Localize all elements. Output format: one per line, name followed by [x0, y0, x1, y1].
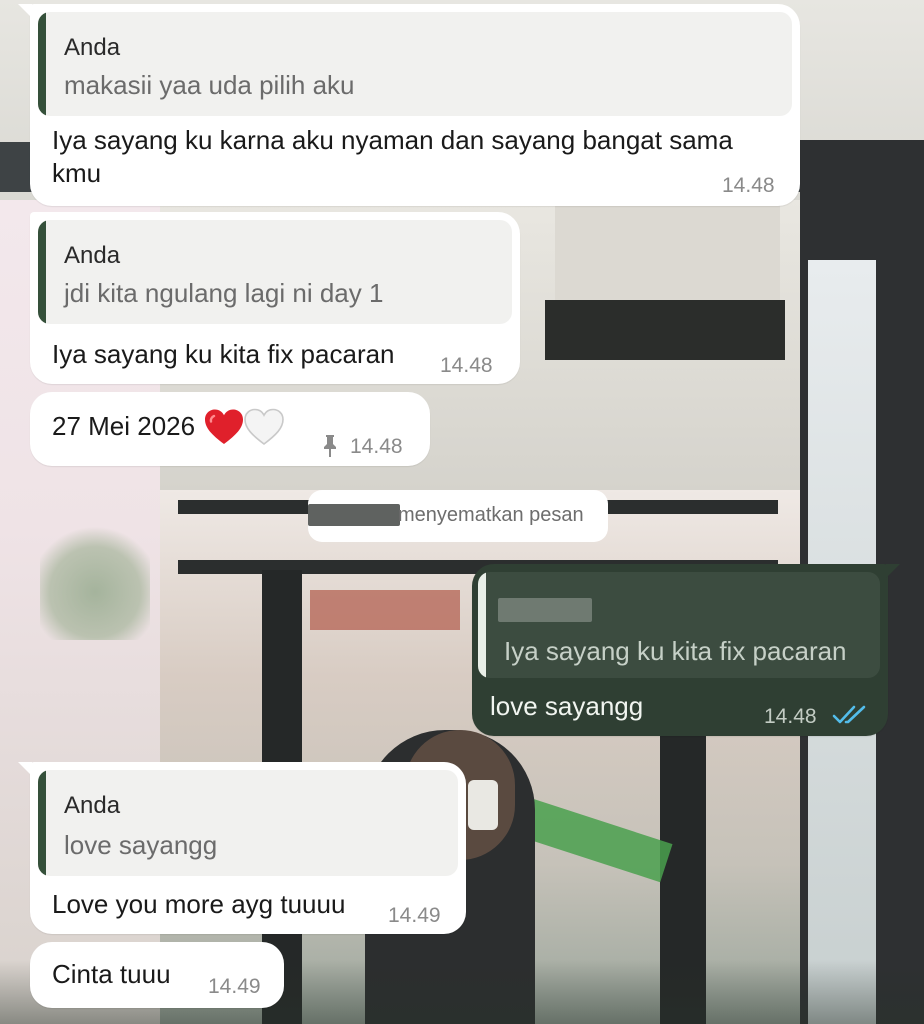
double-check-icon	[832, 705, 866, 724]
message-text: Iya sayang ku karna aku nyaman dan sayan…	[52, 125, 733, 188]
message-text: 27 Mei 2026	[52, 411, 196, 441]
reply-quote[interactable]: Anda love sayangg	[38, 770, 458, 876]
redacted-reply-author	[498, 598, 592, 622]
red-heart-emoji	[205, 409, 243, 444]
message-time: 14.49	[388, 904, 441, 927]
white-heart-emoji	[244, 408, 284, 446]
message-bubble-incoming[interactable]: Anda makasii yaa uda pilih aku Iya sayan…	[18, 4, 800, 206]
message-text: Cinta tuuu	[52, 959, 171, 989]
reply-text: makasii yaa uda pilih aku	[64, 70, 355, 100]
reply-text: love sayangg	[64, 830, 218, 860]
message-time: 14.49	[208, 975, 261, 998]
reply-quote[interactable]: Anda jdi kita ngulang lagi ni day 1	[38, 220, 512, 324]
redacted-name	[308, 504, 400, 526]
message-bubble-incoming[interactable]: 27 Mei 2026 14.48	[30, 392, 430, 466]
message-text: Love you more ayg tuuuu	[52, 889, 346, 919]
message-time: 14.48	[722, 174, 775, 197]
message-text: love sayangg	[490, 691, 644, 721]
reply-author: Anda	[64, 34, 121, 61]
message-bubble-outgoing[interactable]: Iya sayang ku kita fix pacaran love saya…	[472, 564, 900, 736]
system-notice-text: menyematkan pesan	[398, 504, 584, 526]
message-time: 14.48	[350, 435, 403, 458]
reply-text: jdi kita ngulang lagi ni day 1	[64, 278, 384, 308]
message-bubble-incoming[interactable]: Anda jdi kita ngulang lagi ni day 1 Iya …	[30, 212, 520, 384]
reply-quote[interactable]: Anda makasii yaa uda pilih aku	[38, 12, 792, 116]
reply-quote[interactable]: Iya sayang ku kita fix pacaran	[478, 572, 880, 678]
system-notice: menyematkan pesan	[308, 490, 608, 542]
reply-author: Anda	[64, 242, 121, 269]
message-time: 14.48	[440, 354, 493, 377]
message-bubble-incoming[interactable]: Anda love sayangg Love you more ayg tuuu…	[18, 762, 466, 934]
message-time: 14.48	[764, 705, 817, 728]
pin-icon	[324, 435, 336, 457]
message-text: Iya sayang ku kita fix pacaran	[52, 339, 395, 369]
reply-author: Anda	[64, 792, 121, 819]
message-bubble-incoming[interactable]: Cinta tuuu 14.49	[30, 942, 284, 1008]
reply-text: Iya sayang ku kita fix pacaran	[504, 636, 847, 666]
message-list: Anda makasii yaa uda pilih aku Iya sayan…	[0, 0, 924, 1024]
